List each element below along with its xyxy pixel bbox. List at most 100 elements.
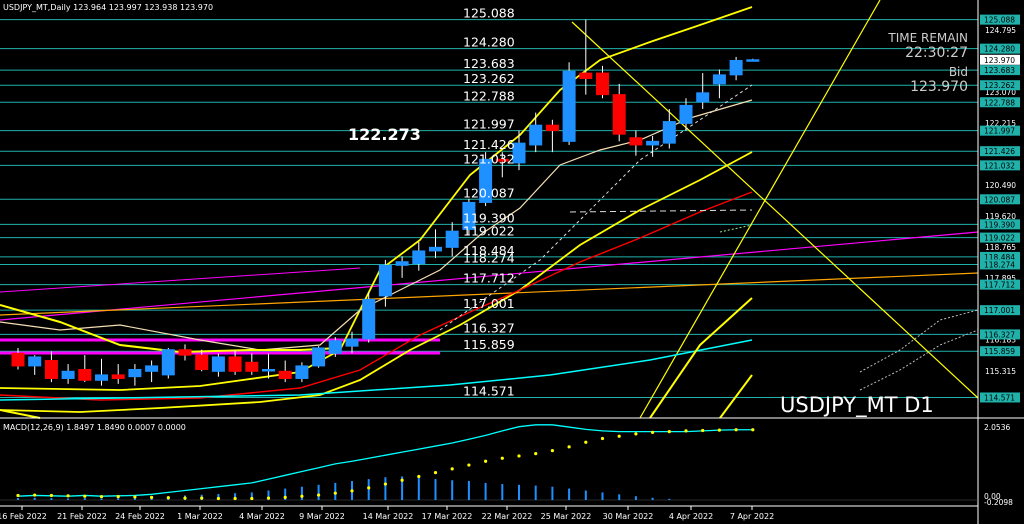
candle-bull	[295, 365, 309, 379]
price-level-label: 121.032	[463, 151, 515, 166]
macd-axis-top: 2.0536	[984, 423, 1010, 432]
candle-bull	[512, 142, 526, 164]
price-level-label: 119.022	[463, 224, 515, 239]
time-tick-label: 9 Mar 2022	[299, 512, 345, 521]
price-level-label: 122.788	[463, 88, 515, 103]
macd-signal-dot	[651, 430, 655, 434]
candle-bull	[328, 340, 342, 354]
macd-signal-dot	[66, 494, 70, 498]
macd-histogram-bar	[50, 498, 53, 500]
chart-header: USDJPY_MT,Daily 123.964 123.997 123.938 …	[3, 3, 213, 12]
macd-header: MACD(12,26,9) 1.8497 1.8490 0.0007 0.000…	[3, 423, 186, 432]
macd-histogram-bar	[618, 494, 621, 500]
macd-signal-dot	[383, 482, 387, 486]
macd-signal-dot	[300, 494, 304, 498]
macd-signal-dot	[250, 496, 254, 501]
macd-signal-dot	[567, 445, 571, 449]
candle-bull	[262, 368, 275, 372]
macd-histogram-bar	[651, 497, 654, 500]
macd-histogram-bar	[434, 479, 437, 500]
macd-signal-dot	[484, 459, 488, 463]
axis-tick-label: 115.315	[985, 367, 1016, 376]
candle-bull	[679, 104, 693, 124]
candle-bear	[78, 368, 92, 381]
time-tick-label: 21 Feb 2022	[57, 512, 107, 521]
macd-signal-dot	[734, 428, 738, 432]
macd-histogram-bar	[501, 484, 504, 500]
axis-highlight-label: 119.390	[984, 220, 1015, 229]
candle-bear	[111, 374, 125, 379]
macd-signal-dot	[133, 495, 137, 499]
macd-histogram-bar	[317, 484, 320, 500]
candle-bear	[178, 349, 192, 356]
axis-highlight-label: 116.327	[984, 330, 1015, 339]
macd-histogram-bar	[384, 477, 387, 500]
macd-signal-dot	[500, 456, 504, 460]
price-level-label: 121.426	[463, 137, 515, 152]
macd-signal-dot	[433, 471, 438, 475]
candle-bear	[228, 356, 242, 372]
macd-signal-dot	[450, 467, 454, 471]
macd-histogram-bar	[551, 486, 554, 500]
axis-tick-label: 118.765	[985, 243, 1016, 252]
candle-bull	[529, 124, 543, 146]
macd-histogram-bar	[484, 482, 487, 500]
candle-bull	[211, 356, 225, 372]
time-tick-label: 4 Mar 2022	[239, 512, 285, 521]
axis-highlight-label: 121.997	[984, 127, 1015, 136]
candle-bull	[662, 121, 676, 144]
macd-signal-dot	[200, 496, 204, 500]
axis-highlight-label: 117.712	[984, 281, 1015, 290]
macd-histogram-bar	[568, 488, 571, 500]
time-tick-label: 14 Mar 2022	[363, 512, 414, 521]
macd-signal-dot	[600, 436, 605, 441]
macd-signal-dot	[417, 474, 421, 479]
candle-bear	[44, 360, 58, 379]
macd-histogram-bar	[17, 498, 19, 500]
macd-signal-dot	[166, 496, 170, 500]
macd-signal-dot	[467, 463, 471, 467]
annotation-price: 122.273	[348, 125, 421, 144]
macd-histogram-bar	[668, 498, 671, 500]
candle-bull	[362, 298, 376, 340]
axis-highlight-label: 118.274	[984, 260, 1015, 269]
time-tick-label: 25 Mar 2022	[541, 512, 592, 521]
candle-bull	[746, 59, 760, 62]
candle-bull	[429, 246, 442, 252]
time-tick-label: 16 Feb 2022	[0, 512, 47, 521]
macd-signal-dot	[83, 494, 87, 498]
price-level-label: 118.274	[463, 250, 515, 265]
price-level-label: 124.280	[463, 35, 515, 50]
macd-signal-dot	[400, 478, 404, 482]
axis-highlight-label: 123.262	[984, 81, 1015, 90]
chart-canvas[interactable]: 125.088124.280123.683123.262122.788121.9…	[0, 0, 1024, 524]
axis-highlight-label: 114.571	[984, 393, 1015, 402]
candle-bear	[612, 94, 626, 135]
candle-bull	[395, 261, 409, 266]
chart-window[interactable]: 125.088 124.280 123.683 123.262 122.788 121.9…	[0, 0, 1024, 524]
axis-highlight-label: 121.426	[984, 147, 1015, 156]
macd-histogram-bar	[634, 496, 637, 500]
price-level-label: 115.859	[463, 337, 515, 352]
axis-highlight-label: 115.859	[984, 347, 1015, 356]
candle-bull	[712, 74, 726, 85]
price-level-label: 117.712	[463, 271, 515, 286]
candle-bear	[545, 124, 559, 132]
macd-histogram-bar	[117, 498, 120, 500]
macd-signal-dot	[550, 449, 555, 453]
candle-bear	[596, 72, 609, 96]
candle-bull	[646, 140, 660, 146]
time-tick-label: 30 Mar 2022	[603, 512, 654, 521]
macd-signal-dot	[634, 432, 638, 436]
time-tick-label: 17 Mar 2022	[422, 512, 473, 521]
price-level-label: 120.087	[463, 185, 515, 200]
candle-bull	[562, 70, 576, 142]
price-level-label: 114.571	[463, 383, 515, 398]
macd-signal-dot	[751, 428, 755, 432]
macd-signal-dot	[684, 429, 688, 433]
macd-signal-dot	[183, 496, 187, 500]
candle-bull	[312, 347, 326, 367]
price-level-label: 121.997	[463, 117, 515, 132]
candle-bear	[245, 361, 259, 372]
candle-bull	[128, 368, 142, 378]
